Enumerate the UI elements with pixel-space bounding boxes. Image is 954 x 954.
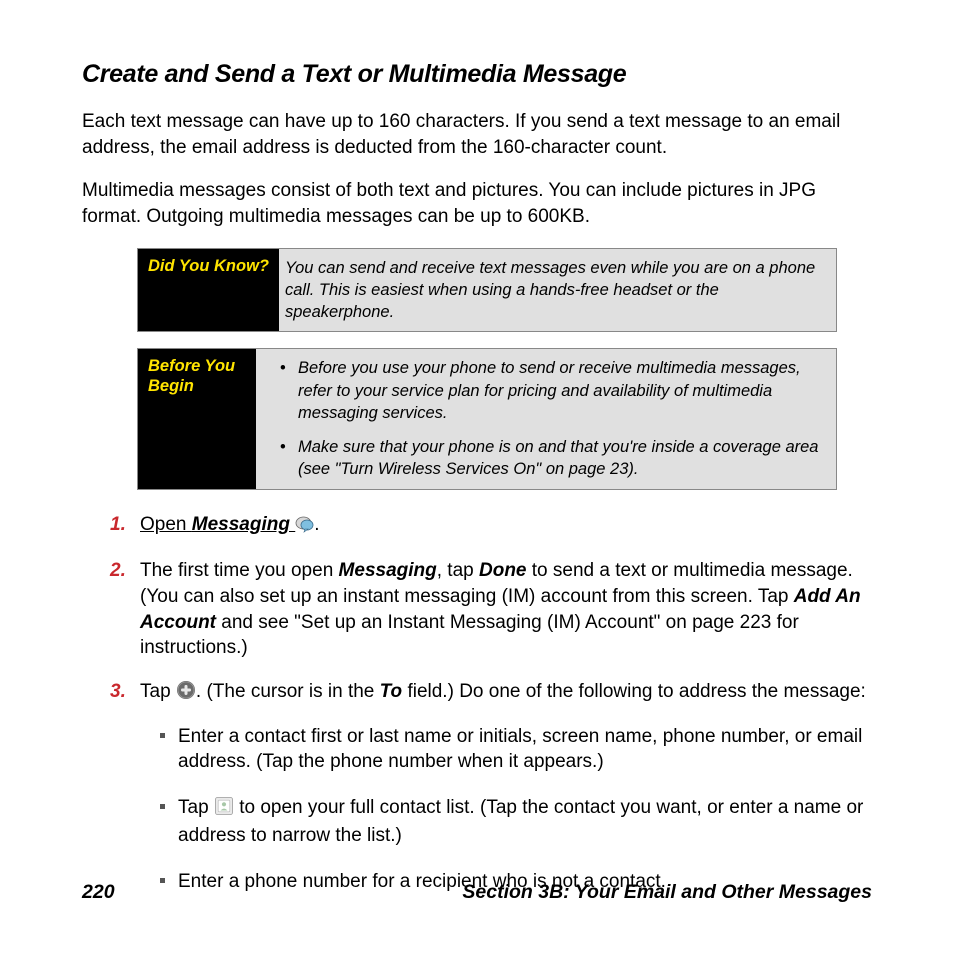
text-period: . bbox=[314, 514, 319, 535]
contact-list-icon bbox=[214, 796, 234, 824]
section-title: Section 3B: Your Email and Other Message… bbox=[462, 881, 872, 904]
step-3-substeps: Enter a contact first or last name or in… bbox=[160, 724, 872, 895]
text-open: Open bbox=[140, 514, 186, 535]
text-messaging: Messaging bbox=[192, 514, 290, 535]
step-3: Tap . (The cursor is in the To field.) D… bbox=[110, 679, 872, 895]
callout-bullet: Before you use your phone to send or rec… bbox=[298, 357, 820, 424]
text: field.) Do one of the following to addre… bbox=[402, 681, 866, 702]
callout-did-you-know: Did You Know? You can send and receive t… bbox=[137, 248, 837, 333]
substep: Tap to open your full contact list. (Tap… bbox=[160, 795, 872, 849]
compose-icon bbox=[176, 680, 196, 708]
page-footer: 220 Section 3B: Your Email and Other Mes… bbox=[82, 881, 872, 904]
callout-bullet: Make sure that your phone is on and that… bbox=[298, 436, 820, 481]
text-bold: To bbox=[380, 681, 403, 702]
page-number: 220 bbox=[82, 881, 115, 904]
text: , tap bbox=[437, 560, 479, 581]
text: The first time you open bbox=[140, 560, 339, 581]
intro-paragraph-2: Multimedia messages consist of both text… bbox=[82, 178, 872, 229]
callout-label: Did You Know? bbox=[138, 249, 279, 332]
text: and see "Set up an Instant Messaging (IM… bbox=[140, 612, 799, 659]
callout-before-you-begin: Before You Begin Before you use your pho… bbox=[137, 348, 837, 489]
text-bold: Messaging bbox=[339, 560, 437, 581]
messaging-icon bbox=[295, 515, 314, 541]
page-content: Create and Send a Text or Multimedia Mes… bbox=[0, 0, 954, 954]
page-heading: Create and Send a Text or Multimedia Mes… bbox=[82, 60, 872, 89]
text: . (The cursor is in the bbox=[196, 681, 380, 702]
step-1: Open Messaging . bbox=[110, 512, 872, 541]
text: Tap bbox=[140, 681, 176, 702]
callout-label: Before You Begin bbox=[138, 349, 256, 488]
text: to open your full contact list. (Tap the… bbox=[178, 797, 863, 847]
steps-list: Open Messaging . The first time you open… bbox=[110, 512, 872, 895]
callout-body: You can send and receive text messages e… bbox=[279, 249, 836, 332]
text-bold: Done bbox=[479, 560, 527, 581]
callout-body: Before you use your phone to send or rec… bbox=[256, 349, 836, 488]
substep: Enter a contact first or last name or in… bbox=[160, 724, 872, 775]
text: Tap bbox=[178, 797, 214, 818]
intro-paragraph-1: Each text message can have up to 160 cha… bbox=[82, 109, 872, 160]
step-1-open: Open Messaging bbox=[140, 514, 295, 535]
callout-region: Did You Know? You can send and receive t… bbox=[137, 248, 837, 490]
step-2: The first time you open Messaging, tap D… bbox=[110, 558, 872, 661]
